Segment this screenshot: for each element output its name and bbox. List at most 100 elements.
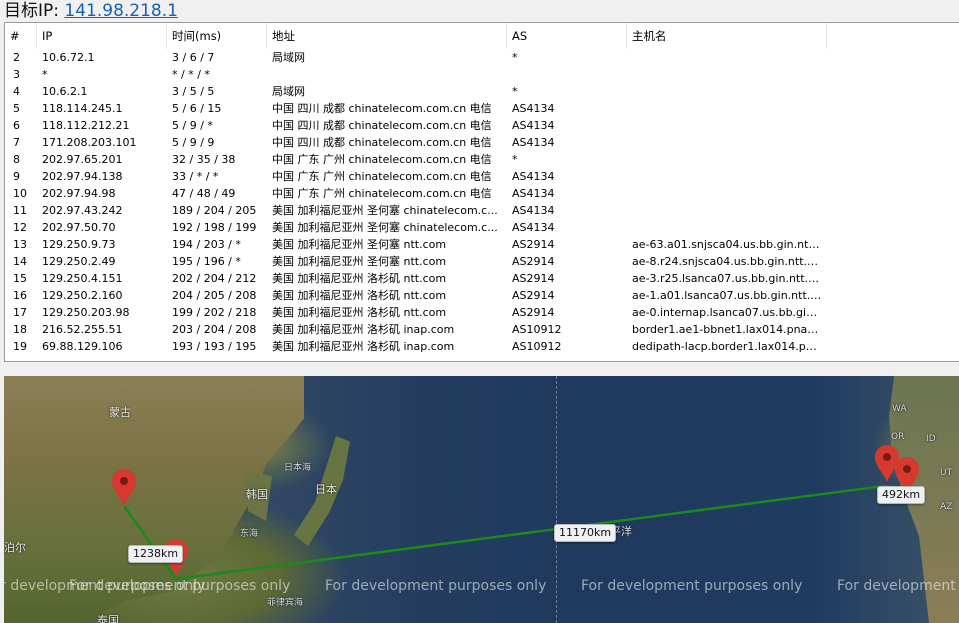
hop-address: 美国 加利福尼亚州 洛杉矶 ntt.com (272, 289, 447, 302)
table-row[interactable]: 6 118.112.212.21 5 / 9 / * 中国 四川 成都 chinate… (5, 117, 959, 134)
watermark-5: For development purposes only (837, 578, 959, 594)
hop-time: 202 / 204 / 212 (172, 272, 257, 285)
hop-address: 美国 加利福尼亚州 洛杉矶 ntt.com (272, 272, 447, 285)
distance-label-3: 492km (877, 486, 926, 504)
hop-ip: 202.97.43.242 (42, 204, 123, 217)
table-row-partial (5, 355, 959, 360)
route-line (122, 484, 907, 581)
hop-hostname: ae-0.internap.lsanca07.us.bb.gin.ntt... (632, 306, 822, 319)
hop-ip: 129.250.9.73 (42, 238, 116, 251)
column-header-time[interactable]: 时间(ms) (167, 23, 267, 49)
table-row[interactable]: 8 202.97.65.201 32 / 35 / 38 中国 广东 广州 china… (5, 151, 959, 168)
hop-number: 15 (13, 272, 27, 285)
hop-hostname: border1.ae1-bbnet1.lax014.pnap.net (632, 323, 822, 336)
hop-ip: 216.52.255.51 (42, 323, 123, 336)
hop-time: 199 / 202 / 218 (172, 306, 257, 319)
hop-as: AS10912 (512, 323, 562, 336)
hop-address: 美国 加利福尼亚州 圣何塞 chinatelecom.c... (272, 204, 498, 217)
hop-as: AS10912 (512, 340, 562, 353)
hop-ip: 69.88.129.106 (42, 340, 123, 353)
table-row[interactable]: 12 202.97.50.70 192 / 198 / 199 美国 加利福尼亚州 圣… (5, 219, 959, 236)
hop-address: 美国 加利福尼亚州 圣何塞 ntt.com (272, 255, 447, 268)
route-map[interactable]: 蒙古 日本海 日本 韩国 东海 泊尔 平洋 菲律宾海 泰国 WA OR ID U… (4, 376, 959, 623)
hop-number: 19 (13, 340, 27, 353)
distance-label-2: 11170km (554, 524, 617, 542)
hop-ip: 10.6.72.1 (42, 51, 95, 64)
hop-address: 局域网 (272, 51, 305, 64)
hop-as: AS2914 (512, 289, 555, 302)
table-row[interactable]: 4 10.6.2.1 3 / 5 / 5 局域网 * (5, 83, 959, 100)
hop-as: * (512, 51, 518, 64)
table-row[interactable]: 7 171.208.203.101 5 / 9 / 9 中国 四川 成都 chinat… (5, 134, 959, 151)
table-row[interactable]: 18 216.52.255.51 203 / 204 / 208 美国 加利福尼亚州 … (5, 321, 959, 338)
traceroute-table: # IP 时间(ms) 地址 AS 主机名 2 10.6.72.1 3 / 6 / … (4, 22, 959, 362)
hop-as: AS4134 (512, 102, 555, 115)
hop-number: 18 (13, 323, 27, 336)
map-pin-san-jose[interactable] (875, 445, 899, 482)
column-header-address[interactable]: 地址 (267, 23, 507, 49)
hop-address: 中国 广东 广州 chinatelecom.com.cn 电信 (272, 187, 492, 200)
hop-time: 3 / 6 / 7 (172, 51, 215, 64)
hop-ip: 129.250.203.98 (42, 306, 130, 319)
hop-number: 10 (13, 187, 27, 200)
hop-ip: 129.250.4.151 (42, 272, 123, 285)
hop-time: 33 / * / * (172, 170, 219, 183)
table-row[interactable]: 3 * * / * / * (5, 66, 959, 83)
table-row[interactable]: 11 202.97.43.242 189 / 204 / 205 美国 加利福尼亚州 … (5, 202, 959, 219)
table-row[interactable]: 14 129.250.2.49 195 / 196 / * 美国 加利福尼亚州 圣何塞… (5, 253, 959, 270)
hop-as: AS2914 (512, 238, 555, 251)
watermark-2: For development purposes only (69, 578, 291, 594)
hop-number: 16 (13, 289, 27, 302)
hop-time: * / * / * (172, 68, 210, 81)
hop-as: AS4134 (512, 119, 555, 132)
hop-time: 5 / 6 / 15 (172, 102, 222, 115)
hop-ip: * (42, 68, 48, 81)
hop-as: AS2914 (512, 255, 555, 268)
hop-ip: 202.97.94.138 (42, 170, 123, 183)
table-row[interactable]: 13 129.250.9.73 194 / 203 / * 美国 加利福尼亚州 圣何塞… (5, 236, 959, 253)
table-row[interactable]: 9 202.97.94.138 33 / * / * 中国 广东 广州 chinate… (5, 168, 959, 185)
hop-time: 194 / 203 / * (172, 238, 241, 251)
hop-address: 美国 加利福尼亚州 洛杉矶 inap.com (272, 323, 455, 336)
hop-ip: 118.112.212.21 (42, 119, 130, 132)
hop-ip: 129.250.2.49 (42, 255, 116, 268)
hop-time: 5 / 9 / 9 (172, 136, 215, 149)
hop-ip: 118.114.245.1 (42, 102, 123, 115)
hop-number: 4 (13, 85, 20, 98)
hop-hostname: ae-1.a01.lsanca07.us.bb.gin.ntt.net (632, 289, 822, 302)
hop-number: 14 (13, 255, 27, 268)
hop-number: 5 (13, 102, 20, 115)
target-ip-header: 目标IP: 141.98.218.1 (4, 0, 178, 22)
hop-time: 203 / 204 / 208 (172, 323, 257, 336)
hop-address: 中国 四川 成都 chinatelecom.com.cn 电信 (272, 119, 492, 132)
hop-number: 17 (13, 306, 27, 319)
column-header-hostname[interactable]: 主机名 (627, 23, 827, 49)
table-row[interactable]: 5 118.114.245.1 5 / 6 / 15 中国 四川 成都 chinate… (5, 100, 959, 117)
target-ip-link[interactable]: 141.98.218.1 (64, 1, 178, 21)
hop-ip: 10.6.2.1 (42, 85, 88, 98)
hop-hostname: dedipath-lacp.border1.lax014.pnap.... (632, 340, 822, 353)
hop-number: 8 (13, 153, 20, 166)
hop-number: 7 (13, 136, 20, 149)
table-row[interactable]: 2 10.6.72.1 3 / 6 / 7 局域网 * (5, 49, 959, 66)
column-header-ip[interactable]: IP (37, 23, 167, 49)
hop-as: AS4134 (512, 204, 555, 217)
hop-address: 美国 加利福尼亚州 洛杉矶 inap.com (272, 340, 455, 353)
hop-number: 13 (13, 238, 27, 251)
table-header: # IP 时间(ms) 地址 AS 主机名 (5, 23, 959, 49)
table-row[interactable]: 19 69.88.129.106 193 / 193 / 195 美国 加利福尼亚州 … (5, 338, 959, 355)
hop-ip: 202.97.94.98 (42, 187, 116, 200)
map-pin-chengdu[interactable] (112, 469, 136, 506)
table-row[interactable]: 10 202.97.94.98 47 / 48 / 49 中国 广东 广州 china… (5, 185, 959, 202)
table-row[interactable]: 16 129.250.2.160 204 / 205 / 208 美国 加利福尼亚州 … (5, 287, 959, 304)
hop-as: * (512, 153, 518, 166)
hop-as: AS2914 (512, 306, 555, 319)
hop-time: 32 / 35 / 38 (172, 153, 236, 166)
table-row[interactable]: 15 129.250.4.151 202 / 204 / 212 美国 加利福尼亚州 … (5, 270, 959, 287)
hop-ip: 129.250.2.160 (42, 289, 123, 302)
column-header-as[interactable]: AS (507, 23, 627, 49)
table-row[interactable]: 17 129.250.203.98 199 / 202 / 218 美国 加利福尼亚州… (5, 304, 959, 321)
column-header-hop[interactable]: # (5, 23, 37, 49)
hop-ip: 202.97.65.201 (42, 153, 123, 166)
hop-as: * (512, 85, 518, 98)
